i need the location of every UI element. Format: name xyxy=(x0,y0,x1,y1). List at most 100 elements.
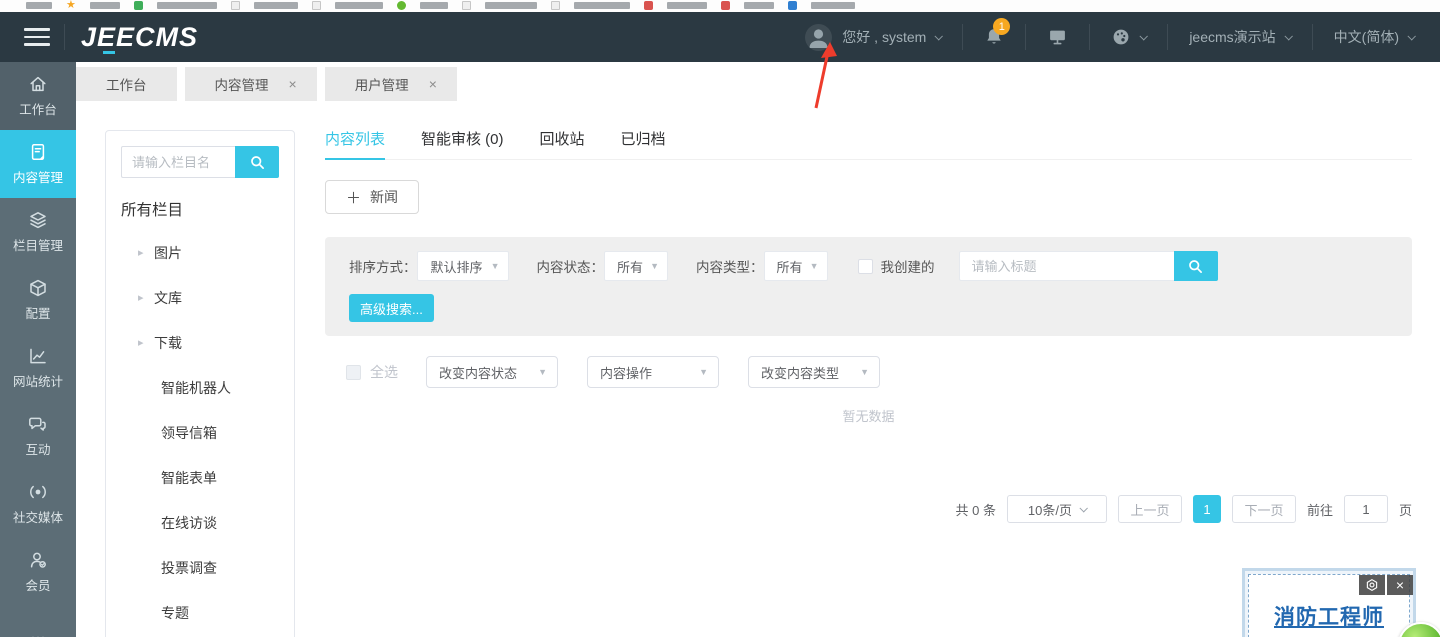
expand-arrow-icon[interactable]: ▸ xyxy=(138,246,154,259)
sidebar-item[interactable]: 会员 xyxy=(0,538,76,606)
type-select[interactable]: 所有 ▼ xyxy=(763,251,828,281)
title-search-button[interactable] xyxy=(1173,251,1218,281)
title-search-input[interactable] xyxy=(958,251,1174,281)
tree-item-label: 领导信箱 xyxy=(161,424,217,441)
bookmark-text[interactable] xyxy=(253,1,298,9)
default-favicon[interactable] xyxy=(311,0,321,10)
tree-item[interactable]: ▸ 图片 xyxy=(121,230,279,275)
divider xyxy=(962,24,964,50)
created-by-me-checkbox[interactable] xyxy=(857,258,873,274)
tree-item[interactable]: 在线访谈 xyxy=(121,500,279,545)
tree-item[interactable]: 投票调查 xyxy=(121,545,279,590)
tree-item[interactable]: 智能表单 xyxy=(121,455,279,500)
category-search-input[interactable] xyxy=(121,146,235,178)
sidebar-item[interactable]: 网站统计 xyxy=(0,334,76,402)
sort-select[interactable]: 默认排序 ▼ xyxy=(416,251,509,281)
content-tab[interactable]: 内容列表 xyxy=(325,128,386,160)
sidebar-item[interactable]: 配置 xyxy=(0,266,76,334)
bookmark-text[interactable] xyxy=(26,1,52,9)
bookmark-text[interactable] xyxy=(666,1,707,9)
pagination-total: 共 0 条 xyxy=(955,502,996,518)
advanced-search-button[interactable]: 高级搜索... xyxy=(349,294,434,322)
status-select[interactable]: 所有 ▼ xyxy=(604,251,668,281)
display-mode-button[interactable] xyxy=(1047,27,1068,47)
bookmark-text[interactable] xyxy=(743,1,774,9)
content-tab[interactable]: 智能审核 (0) xyxy=(421,128,504,149)
tree-item[interactable]: 智能机器人 xyxy=(121,365,279,410)
batch-action-select[interactable]: 改变内容状态 ▼ xyxy=(426,356,558,388)
user-menu[interactable]: 您好 , system xyxy=(805,23,944,51)
gear-icon xyxy=(1366,579,1378,591)
chevron-down-icon xyxy=(1079,504,1088,513)
tree-item[interactable]: ▸ 下载 xyxy=(121,320,279,365)
close-icon[interactable]: × xyxy=(429,76,437,92)
content-tab[interactable]: 回收站 xyxy=(540,128,585,149)
batch-action-select[interactable]: 改变内容类型 ▼ xyxy=(748,356,880,388)
content-tabs: 内容列表 智能审核 (0) 回收站 已归档 xyxy=(325,128,1412,160)
prev-page-button[interactable]: 上一页 xyxy=(1117,495,1182,523)
bookmark-text[interactable] xyxy=(89,1,120,9)
star-favicon[interactable]: ★ xyxy=(66,0,76,11)
sidebar-item[interactable]: 互动 xyxy=(0,402,76,470)
tree-item-label: 投票调查 xyxy=(161,559,217,576)
expand-arrow-icon[interactable]: ▸ xyxy=(138,336,154,349)
default-favicon[interactable] xyxy=(550,0,560,10)
ad-title[interactable]: 消防工程师 xyxy=(1274,601,1384,637)
next-page-button[interactable]: 下一页 xyxy=(1231,495,1296,523)
bookmark-text[interactable] xyxy=(419,1,448,9)
site-favicon[interactable] xyxy=(396,0,406,10)
chevron-down-icon xyxy=(934,32,944,41)
tree-item[interactable]: 领导信箱 xyxy=(121,410,279,455)
close-icon[interactable]: × xyxy=(289,76,297,92)
goto-label: 前往 xyxy=(1306,502,1333,518)
content-main: 内容列表 智能审核 (0) 回收站 已归档 ＋ 新闻 排序方式： 默认排序 ▼ … xyxy=(325,102,1412,523)
page-size-select[interactable]: 10条/页 xyxy=(1006,495,1107,523)
bookmark-text[interactable] xyxy=(334,1,383,9)
bookmark-text[interactable] xyxy=(810,1,855,9)
language-selector[interactable]: 中文(简体) xyxy=(1334,27,1416,47)
user-greeting: 您好 , system xyxy=(842,29,927,45)
bookmark-text[interactable] xyxy=(573,1,630,9)
site-favicon[interactable] xyxy=(787,0,797,10)
ad-close-button[interactable]: × xyxy=(1387,575,1413,595)
batch-action-label: 改变内容状态 xyxy=(439,365,518,381)
window-tab[interactable]: 工作台 xyxy=(76,67,177,101)
new-content-button[interactable]: ＋ 新闻 xyxy=(325,180,420,214)
window-tabstrip: 工作台 内容管理 × 用户管理 × xyxy=(76,62,1440,102)
window-tab[interactable]: 内容管理 × xyxy=(184,67,317,101)
notifications-button[interactable]: 1 xyxy=(984,18,1011,47)
created-by-me-label: 我创建的 xyxy=(880,260,935,275)
tree-item[interactable]: 专题 xyxy=(121,590,279,635)
content-tab-label: 内容列表 xyxy=(325,131,386,148)
site-favicon[interactable] xyxy=(133,0,143,10)
goto-page-input[interactable] xyxy=(1343,495,1388,523)
hamburger-menu-icon[interactable] xyxy=(24,28,50,46)
ad-settings-button[interactable] xyxy=(1359,575,1385,595)
default-favicon[interactable] xyxy=(230,0,240,10)
window-tab[interactable]: 用户管理 × xyxy=(324,67,457,101)
site-selector[interactable]: jeecms演示站 xyxy=(1189,27,1293,47)
select-all-checkbox[interactable] xyxy=(346,364,361,380)
close-icon: × xyxy=(1395,577,1405,593)
site-favicon[interactable] xyxy=(643,0,653,10)
sidebar-item[interactable]: 社交媒体 xyxy=(0,470,76,538)
bookmark-text[interactable] xyxy=(156,1,217,9)
site-favicon[interactable] xyxy=(720,0,730,10)
dropdown-arrow-icon: ▼ xyxy=(809,261,819,271)
batch-action-select[interactable]: 内容操作 ▼ xyxy=(587,356,719,388)
batch-action-label: 内容操作 xyxy=(600,365,653,381)
theme-picker[interactable] xyxy=(1111,27,1149,47)
current-page-button[interactable]: 1 xyxy=(1192,495,1221,523)
category-search-button[interactable] xyxy=(235,146,279,178)
sidebar-item[interactable]: 栏目管理 xyxy=(0,198,76,266)
sidebar-item[interactable]: 工作台 xyxy=(0,62,76,130)
content-tab[interactable]: 已归档 xyxy=(621,128,666,149)
window-tab-label: 内容管理 xyxy=(214,78,269,93)
sidebar-item[interactable]: 内容管理 xyxy=(0,130,76,198)
default-favicon[interactable] xyxy=(461,0,471,10)
palette-icon xyxy=(1113,29,1129,45)
sidebar-item[interactable] xyxy=(0,606,76,637)
tree-item[interactable]: ▸ 文库 xyxy=(121,275,279,320)
expand-arrow-icon[interactable]: ▸ xyxy=(138,291,154,304)
bookmark-text[interactable] xyxy=(484,1,537,9)
